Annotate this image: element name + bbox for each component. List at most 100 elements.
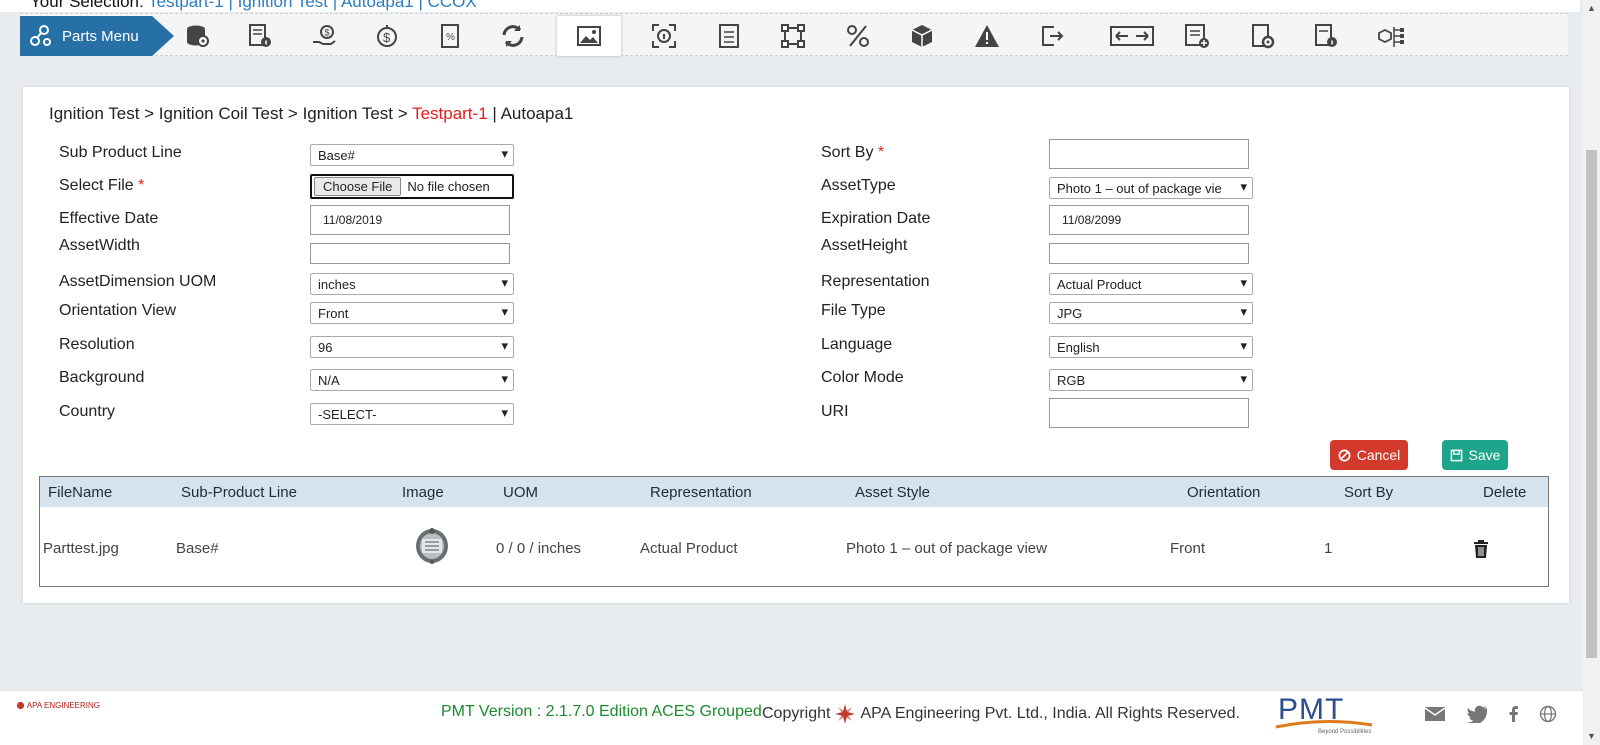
cell-filename[interactable]: Parttest.jpg (43, 540, 119, 557)
background-label: Background (59, 369, 145, 386)
copyright: Copyright APA Engineering Pvt. Ltd., Ind… (762, 703, 1240, 725)
sort-by-input[interactable] (1049, 139, 1249, 169)
required-mark: * (138, 177, 145, 194)
table-header: FileName Sub-Product Line Image UOM Repr… (40, 477, 1548, 507)
facebook-icon[interactable] (1503, 705, 1525, 723)
cell-orientation: Front (1170, 540, 1206, 557)
parts-menu-button[interactable]: Parts Menu (20, 16, 174, 56)
col-filename[interactable]: FileName (48, 484, 112, 501)
export-icon[interactable] (1019, 16, 1083, 56)
effective-date-input[interactable]: 11/08/2019 (310, 205, 510, 235)
asset-type-label: AssetType (821, 177, 896, 194)
expiration-date-label: Expiration Date (821, 210, 931, 227)
apa-star-icon (16, 702, 25, 710)
expiration-date-input[interactable]: 11/08/2099 (1049, 205, 1249, 235)
part-thumbnail-image[interactable] (413, 525, 451, 565)
dollar-cycle-icon[interactable]: $ (355, 16, 419, 56)
twitter-icon[interactable] (1467, 705, 1489, 723)
resolution-label: Resolution (59, 336, 135, 353)
apa-engineering-logo: APA ENGINEERING (16, 701, 100, 710)
footer: APA ENGINEERING PMT Version : 2.1.7.0 Ed… (0, 690, 1583, 745)
orientation-view-select[interactable]: Front (310, 302, 514, 324)
database-gear-icon[interactable] (165, 16, 229, 56)
bom-icon[interactable] (697, 16, 761, 56)
country-select[interactable]: -SELECT- (310, 403, 514, 425)
background-select[interactable]: N/A (310, 369, 514, 391)
selection-label: Your Selection: (30, 0, 144, 11)
your-selection: Your Selection: Testpart-1 | Ignition Te… (30, 0, 477, 12)
sub-product-line-select[interactable]: Base# (310, 144, 514, 166)
scroll-down-arrow[interactable]: ▼ (1583, 728, 1600, 745)
selection-value[interactable]: Testpart-1 | Ignition Test | Autoapa1 | … (148, 0, 477, 11)
file-type-label: File Type (821, 302, 886, 319)
col-sub-product-line[interactable]: Sub-Product Line (181, 484, 297, 501)
document-info-icon[interactable] (228, 16, 292, 56)
col-asset-style[interactable]: Asset Style (855, 484, 930, 501)
toolbar: Parts Menu $ $ % (20, 13, 1568, 56)
pmt-tagline: Beyond Possibilities (1318, 729, 1372, 735)
asset-height-label: AssetHeight (821, 237, 908, 254)
sort-by-label-text: Sort By (821, 144, 874, 161)
breadcrumb-path[interactable]: Ignition Test > Ignition Coil Test > Ign… (49, 104, 412, 123)
representation-select[interactable]: Actual Product (1049, 273, 1253, 295)
save-button[interactable]: Save (1442, 440, 1508, 470)
warning-icon[interactable] (955, 16, 1019, 56)
expand-info-icon[interactable] (632, 16, 696, 56)
apa-star-icon (835, 704, 856, 724)
doc-gear-icon[interactable] (1230, 16, 1294, 56)
col-image[interactable]: Image (402, 484, 444, 501)
cell-uom: 0 / 0 / inches (496, 540, 582, 557)
dimensions-icon[interactable] (761, 16, 825, 56)
file-status: No file chosen (407, 179, 490, 194)
file-type-select[interactable]: JPG (1049, 302, 1253, 324)
copyright-pre: Copyright (762, 705, 831, 722)
document-percent-icon[interactable]: % (418, 16, 482, 56)
svg-text:$: $ (383, 30, 391, 45)
cell-sub-product-line: Base# (176, 540, 219, 557)
asset-type-select[interactable]: Photo 1 – out of package vie (1049, 177, 1253, 199)
col-sort-by[interactable]: Sort By (1344, 484, 1393, 501)
hand-coins-icon[interactable]: $ (292, 16, 356, 56)
asset-dimension-uom-select[interactable]: inches (310, 273, 514, 295)
svg-text:$: $ (325, 28, 330, 38)
language-select[interactable]: English (1049, 336, 1253, 358)
save-icon (1450, 449, 1462, 461)
pmt-logo: PMT Beyond Possibilities (1275, 693, 1378, 735)
cube-icon[interactable] (890, 16, 954, 56)
sort-by-label: Sort By * (821, 144, 884, 162)
image-icon[interactable] (557, 16, 621, 56)
scroll-up-arrow[interactable]: ▲ (1583, 0, 1600, 17)
color-mode-select[interactable]: RGB (1049, 369, 1253, 391)
choose-file-button[interactable]: Choose File (314, 177, 402, 196)
asset-form-panel: Ignition Test > Ignition Coil Test > Ign… (23, 87, 1569, 603)
cancel-button[interactable]: Cancel (1330, 440, 1408, 470)
uri-input[interactable] (1049, 398, 1249, 428)
save-label: Save (1468, 447, 1501, 463)
width-arrows-icon[interactable] (1090, 16, 1174, 56)
file-input[interactable]: Choose File No file chosen (310, 174, 514, 199)
cancel-label: Cancel (1356, 447, 1401, 463)
asset-width-input[interactable] (310, 243, 510, 264)
refresh-icon[interactable] (481, 16, 545, 56)
globe-icon[interactable] (1537, 705, 1559, 723)
cell-sort-by: 1 (1324, 540, 1333, 557)
cell-asset-style: Photo 1 – out of package view (846, 540, 1047, 557)
resolution-select[interactable]: 96 (310, 336, 514, 358)
col-delete[interactable]: Delete (1483, 484, 1526, 501)
col-representation[interactable]: Representation (650, 484, 752, 501)
asset-height-input[interactable] (1049, 243, 1249, 264)
country-label: Country (59, 403, 116, 420)
parts-menu-label: Parts Menu (62, 27, 139, 45)
select-file-label-text: Select File (59, 177, 134, 194)
representation-label: Representation (821, 273, 930, 290)
percent-icon[interactable] (826, 16, 890, 56)
mail-icon[interactable] (1424, 705, 1446, 723)
col-orientation[interactable]: Orientation (1187, 484, 1260, 501)
scroll-thumb[interactable] (1586, 150, 1597, 658)
list-add-icon[interactable] (1165, 16, 1229, 56)
col-uom[interactable]: UOM (503, 484, 538, 501)
trash-icon[interactable] (1472, 539, 1490, 559)
doc-info-icon[interactable] (1294, 16, 1358, 56)
packages-tree-icon[interactable] (1360, 16, 1424, 56)
page-scrollbar[interactable]: ▲ ▼ (1583, 0, 1600, 745)
